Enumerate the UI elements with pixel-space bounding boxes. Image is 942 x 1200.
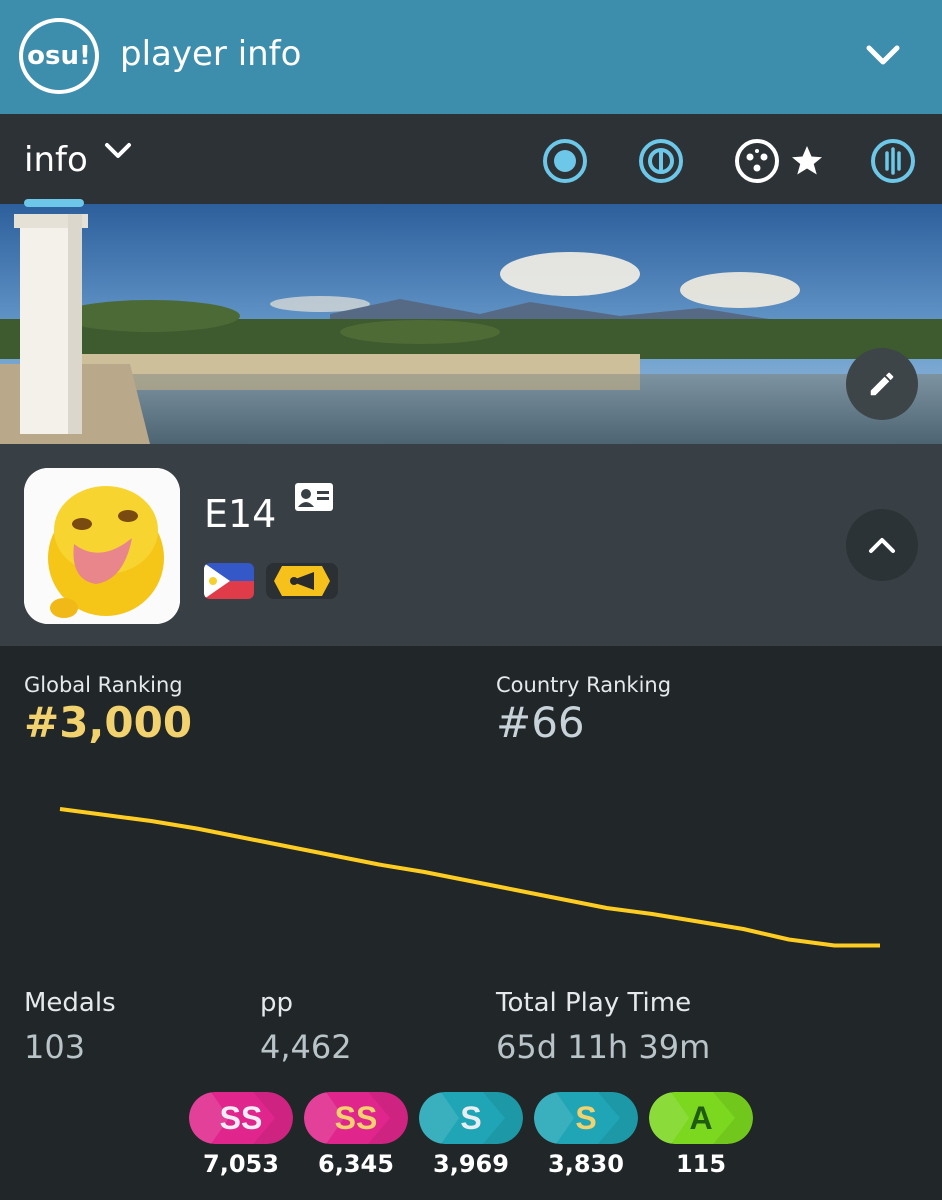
play-time-value: 65d 11h 39m <box>496 1028 711 1066</box>
grade-badge-5: A <box>649 1092 753 1144</box>
edit-cover-button[interactable] <box>846 348 918 420</box>
pp-value: 4,462 <box>260 1028 352 1066</box>
osu-standard-mode-icon[interactable] <box>540 136 590 186</box>
country-ranking-value: #66 <box>496 698 585 747</box>
osu-logo: osu! <box>19 18 99 94</box>
grade-label: SS <box>220 1100 263 1136</box>
chevron-up-icon <box>869 538 895 553</box>
grade-count-3: 3,969 <box>433 1150 509 1178</box>
rank-history-line <box>59 807 880 948</box>
grade-badge-1: SS <box>189 1092 293 1144</box>
osu-taiko-mode-icon[interactable] <box>636 136 686 186</box>
chevron-down-icon[interactable] <box>858 30 908 80</box>
grade-label: S <box>460 1100 481 1136</box>
tab-indicator <box>24 199 84 207</box>
grade-badge-2: SS <box>304 1092 408 1144</box>
global-ranking-value: #3,000 <box>24 698 193 747</box>
play-time-label: Total Play Time <box>496 988 692 1018</box>
grade-count-2: 6,345 <box>318 1150 394 1178</box>
profile-cover-image <box>0 204 942 444</box>
country-flag-icon[interactable] <box>204 563 254 599</box>
tab-info[interactable]: info <box>24 140 88 180</box>
app-header: osu! player info <box>0 0 942 114</box>
osu-mania-mode-icon[interactable] <box>868 136 918 186</box>
global-ranking-label: Global Ranking <box>24 673 183 697</box>
medals-label: Medals <box>24 988 116 1018</box>
medals-value: 103 <box>24 1028 86 1066</box>
grade-label: A <box>689 1100 712 1136</box>
grade-count-1: 7,053 <box>203 1150 279 1178</box>
pp-label: pp <box>260 988 294 1018</box>
collapse-profile-button[interactable] <box>846 509 918 581</box>
grade-count-5: 115 <box>675 1150 727 1178</box>
default-mode-star-icon <box>782 136 832 186</box>
avatar[interactable] <box>24 468 180 624</box>
country-ranking-label: Country Ranking <box>496 673 672 697</box>
page-title: player info <box>120 34 302 74</box>
username: E14 <box>204 492 277 536</box>
grade-label: SS <box>335 1100 378 1136</box>
id-card-icon[interactable] <box>294 482 334 516</box>
grade-badge-4: S <box>534 1092 638 1144</box>
grade-count-4: 3,830 <box>548 1150 624 1178</box>
rank-history-chart <box>59 807 880 948</box>
grade-label: S <box>575 1100 596 1136</box>
team-flag-icon[interactable] <box>266 563 338 599</box>
pencil-icon <box>870 372 894 396</box>
grade-badge-3: S <box>419 1092 523 1144</box>
tab-dropdown-chevron-icon[interactable] <box>104 142 132 164</box>
osu-catch-mode-icon[interactable] <box>732 136 782 186</box>
